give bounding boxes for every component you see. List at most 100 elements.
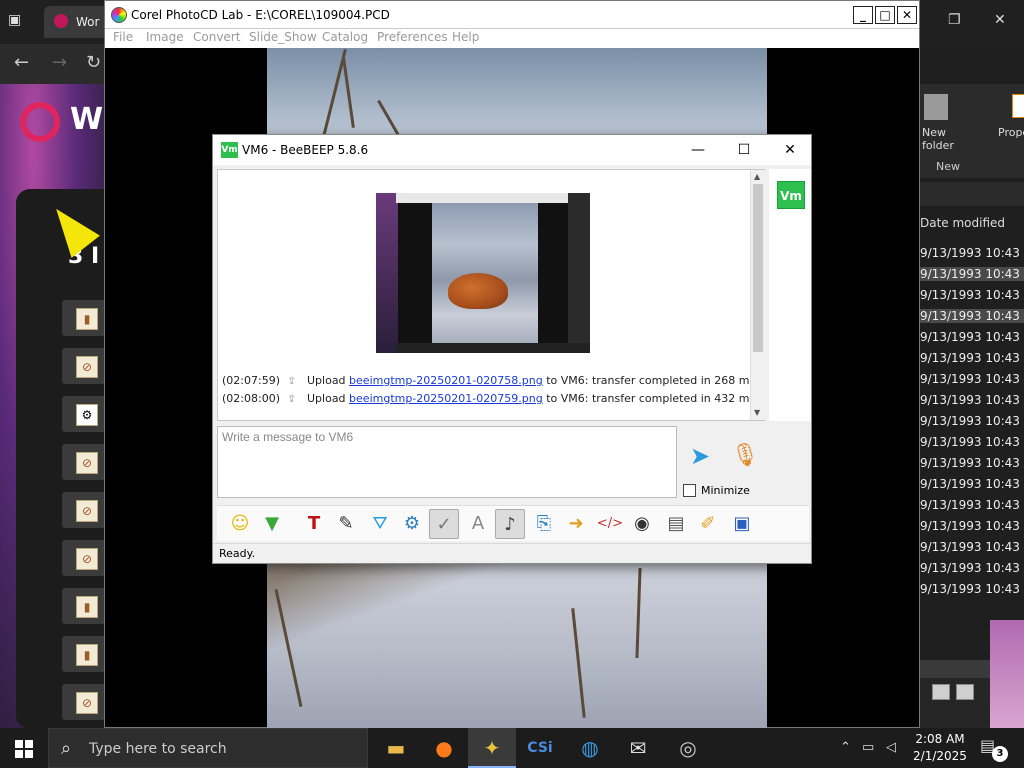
file-date-modified[interactable]: 9/13/1993 10:43 AM — [920, 288, 1024, 302]
globe-icon[interactable]: ◍ — [566, 728, 614, 768]
list-item[interactable]: ⊘ — [62, 444, 110, 480]
minimize-button[interactable]: — — [675, 135, 721, 165]
file-date-modified[interactable]: 9/13/1993 10:43 AM — [920, 351, 1024, 365]
menu-catalog[interactable]: Catalog — [322, 30, 368, 44]
windows-logo-icon — [25, 740, 33, 748]
file-date-modified[interactable]: 9/13/1993 10:43 AM — [920, 246, 1024, 260]
color-icon[interactable]: ✎ — [331, 509, 361, 539]
expand-icon[interactable]: ▼ — [257, 509, 287, 539]
menu-slide-show[interactable]: Slide_Show — [249, 30, 317, 44]
avatar[interactable]: Vm — [777, 181, 805, 209]
chat-scrollbar[interactable]: ▲ ▼ — [750, 170, 765, 420]
menu-help[interactable]: Help — [452, 30, 479, 44]
menu-image[interactable]: Image — [146, 30, 184, 44]
menu-file[interactable]: File — [113, 30, 133, 44]
scroll-up-icon[interactable]: ▲ — [754, 172, 760, 181]
microphone-icon[interactable]: 🎙 — [731, 439, 759, 473]
font-icon[interactable]: T — [299, 509, 329, 539]
start-button[interactable] — [0, 728, 48, 768]
firefox-icon[interactable]: ● — [420, 728, 468, 768]
file-date-modified[interactable]: 9/13/1993 10:43 AM — [920, 540, 1024, 554]
settings-icon[interactable]: ⚙ — [397, 509, 427, 539]
folder-icon[interactable]: ▤ — [661, 509, 691, 539]
close-icon[interactable]: ✕ — [994, 12, 1006, 28]
tab-actions-icon[interactable]: ▣ — [8, 12, 28, 32]
emoticon-icon[interactable]: ☺ — [225, 509, 255, 539]
filter-icon[interactable]: ⛛ — [365, 509, 395, 539]
list-item[interactable]: ⊘ — [62, 684, 110, 720]
windows-logo-icon — [15, 740, 23, 748]
file-date-modified[interactable]: 9/13/1993 10:43 AM — [920, 477, 1024, 491]
scrollbar-thumb[interactable] — [753, 184, 763, 352]
list-item[interactable]: ▮ — [62, 300, 110, 336]
properties-icon[interactable] — [1012, 94, 1024, 118]
list-item[interactable]: ⊘ — [62, 492, 110, 528]
music-icon[interactable]: ♪ — [495, 509, 525, 539]
close-button[interactable]: ✕ — [897, 6, 917, 24]
file-date-modified[interactable]: 9/13/1993 10:43 AM — [920, 498, 1024, 512]
chat-history[interactable]: (02:07:59) ⇪ Upload beeimgtmp-20250201-0… — [217, 169, 765, 421]
file-date-modified[interactable]: 9/13/1993 10:43 AM — [920, 561, 1024, 575]
image-attachment-thumbnail[interactable] — [376, 193, 590, 353]
save-icon[interactable]: ▣ — [727, 509, 757, 539]
file-date-modified[interactable]: 9/13/1993 10:43 AM — [920, 456, 1024, 470]
file-date-modified[interactable]: 9/13/1993 10:43 AM — [920, 393, 1024, 407]
new-folder-icon[interactable] — [924, 94, 948, 120]
file-date-modified[interactable]: 9/13/1993 10:43 AM — [920, 582, 1024, 596]
notification-center-icon[interactable]: ▤ 3 — [980, 736, 1008, 762]
file-date-modified[interactable]: 9/13/1993 10:43 AM — [920, 519, 1024, 533]
details-view-icon[interactable] — [932, 684, 950, 700]
csi-app-icon[interactable]: CSi — [516, 728, 564, 768]
back-icon[interactable]: ← — [14, 52, 29, 73]
spellcheck-icon[interactable]: ✓ — [429, 509, 459, 539]
taskbar-search[interactable]: ⌕ Type here to search — [48, 728, 368, 768]
menu-preferences[interactable]: Preferences — [377, 30, 448, 44]
file-date-modified[interactable]: 9/13/1993 10:43 AM — [920, 414, 1024, 428]
file-link[interactable]: beeimgtmp-20250201-020759.png — [349, 392, 543, 405]
list-item[interactable]: ▮ — [62, 588, 110, 624]
upload-icon: ⇪ — [287, 394, 296, 405]
browser-tab[interactable]: Wor — [44, 6, 110, 38]
beebeep-taskbar-icon[interactable]: ✦ — [468, 728, 516, 768]
explorer-address-bar[interactable] — [918, 182, 1024, 206]
clock-time: 2:08 AM — [915, 732, 965, 746]
volume-muted-icon[interactable]: ◁ — [886, 740, 896, 755]
desktop-wallpaper-strip — [990, 620, 1024, 728]
list-item[interactable]: ⊘ — [62, 348, 110, 384]
close-button[interactable]: ✕ — [767, 135, 813, 165]
file-explorer-icon[interactable]: ▬ — [372, 728, 420, 768]
text-icon[interactable]: A — [463, 509, 493, 539]
screenshot-icon[interactable]: ◉ — [627, 509, 657, 539]
chevron-up-icon[interactable]: ⌃ — [840, 740, 851, 755]
reload-icon[interactable]: ↻ — [86, 52, 101, 73]
network-icon[interactable]: ▭ — [862, 740, 874, 755]
send-icon[interactable]: ➤ — [681, 439, 719, 473]
file-date-modified[interactable]: 9/13/1993 10:43 AM — [920, 372, 1024, 386]
send-file-icon[interactable]: ➜ — [561, 509, 591, 539]
minimize-checkbox[interactable] — [683, 484, 696, 497]
minimize-button[interactable]: _ — [853, 6, 873, 24]
list-item[interactable]: ▮ — [62, 636, 110, 672]
html-icon[interactable]: </> — [595, 509, 625, 539]
mail-icon[interactable]: ✉ — [614, 728, 662, 768]
list-item[interactable]: ⊘ — [62, 540, 110, 576]
cd-icon[interactable]: ◎ — [664, 728, 712, 768]
maximize-button[interactable]: ☐ — [721, 135, 767, 165]
maximize-button[interactable]: □ — [875, 6, 895, 24]
forward-icon[interactable]: → — [52, 52, 67, 73]
file-link[interactable]: beeimgtmp-20250201-020758.png — [349, 374, 543, 387]
menu-convert[interactable]: Convert — [193, 30, 240, 44]
tiles-view-icon[interactable] — [956, 684, 974, 700]
column-header-date-modified[interactable]: Date modified — [920, 216, 1005, 230]
file-date-modified[interactable]: 9/13/1993 10:43 AM — [920, 267, 1024, 281]
system-clock[interactable]: 2:08 AM 2/1/2025 — [912, 731, 968, 765]
scroll-down-icon[interactable]: ▼ — [754, 408, 760, 417]
message-input[interactable] — [217, 426, 677, 498]
file-date-modified[interactable]: 9/13/1993 10:43 AM — [920, 330, 1024, 344]
note-icon[interactable]: ✐ — [693, 509, 723, 539]
restore-icon[interactable]: ❐ — [948, 12, 961, 28]
file-date-modified[interactable]: 9/13/1993 10:43 AM — [920, 309, 1024, 323]
list-item[interactable]: ⚙ — [62, 396, 110, 432]
save-chat-icon[interactable]: ⎘ — [529, 509, 559, 539]
file-date-modified[interactable]: 9/13/1993 10:43 AM — [920, 435, 1024, 449]
